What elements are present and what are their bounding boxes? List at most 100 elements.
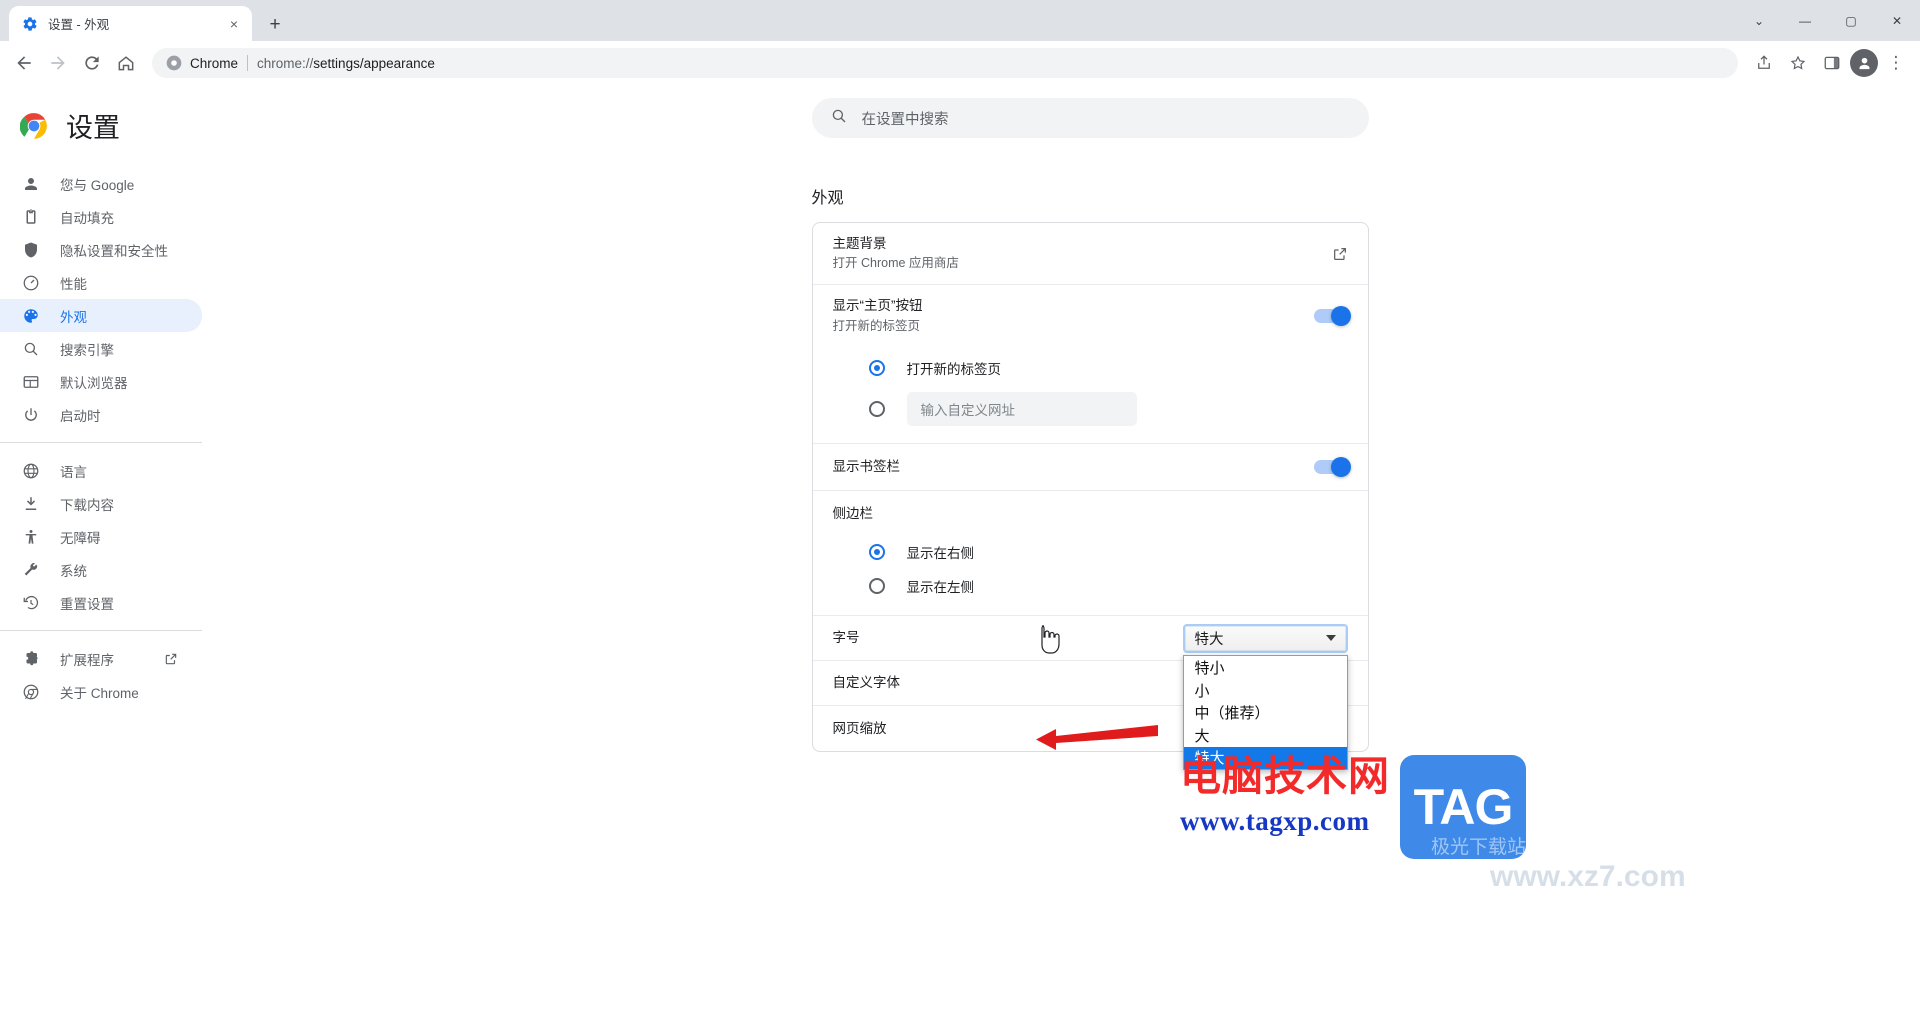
sidebar-item-label: 系统 [60, 563, 87, 579]
sidebar-item-default-browser[interactable]: 默认浏览器 [0, 365, 202, 398]
radio-row-custom-url[interactable]: 输入自定义网址 [813, 385, 1368, 433]
radio-row-show-left[interactable]: 显示在左侧 [813, 569, 1368, 603]
back-icon[interactable] [8, 47, 40, 79]
radio-label: 显示在右侧 [906, 546, 975, 561]
watermark-badge-text: TAG [1413, 779, 1514, 835]
dropdown-option-medium[interactable]: 中（推荐） [1184, 702, 1347, 725]
omnibox-chip-label: Chrome [190, 55, 239, 71]
row-title: 显示书签栏 [832, 459, 901, 475]
reload-icon[interactable] [76, 47, 108, 79]
open-external-icon [164, 652, 178, 666]
sidebar-item-label: 语言 [60, 464, 87, 480]
sidebar-item-downloads[interactable]: 下载内容 [0, 487, 202, 520]
search-icon [830, 107, 848, 130]
custom-url-input[interactable]: 输入自定义网址 [906, 392, 1137, 426]
sidebar-item-reset-settings[interactable]: 重置设置 [0, 586, 202, 619]
side-panel-icon[interactable] [1816, 47, 1848, 79]
settings-sidebar: 设置 您与 Google 自动填充 隐私设置和安全性 性能 外观 搜索引擎 默认… [0, 92, 260, 708]
sidebar-item-performance[interactable]: 性能 [0, 266, 202, 299]
search-placeholder: 在设置中搜索 [861, 111, 949, 128]
radio-button[interactable] [868, 401, 885, 417]
omnibox-url-prefix: chrome:// [257, 55, 314, 71]
address-bar[interactable]: Chrome chrome://settings/appearance [152, 48, 1738, 78]
sidebar-item-label: 下载内容 [60, 497, 114, 513]
search-input[interactable]: 在设置中搜索 [811, 98, 1369, 138]
profile-avatar[interactable] [1850, 49, 1878, 77]
tab-title: 设置 - 外观 [48, 18, 110, 32]
sidebar-item-you-and-google[interactable]: 您与 Google [0, 167, 202, 200]
radio-label: 显示在左侧 [906, 580, 975, 595]
tab-close-icon[interactable]: × [224, 14, 244, 34]
sidebar-item-search-engine[interactable]: 搜索引擎 [0, 332, 202, 365]
radio-button[interactable] [868, 360, 885, 376]
omnibox-url: chrome://settings/appearance [257, 56, 435, 71]
sidebar-item-on-startup[interactable]: 启动时 [0, 398, 202, 431]
settings-title: 设置 [66, 113, 120, 143]
share-icon[interactable] [1748, 47, 1780, 79]
sidebar-item-label: 隐私设置和安全性 [60, 243, 168, 259]
sidebar-item-label: 默认浏览器 [60, 375, 128, 391]
row-title: 字号 [832, 630, 860, 646]
bookmarks-bar-toggle[interactable] [1313, 457, 1351, 477]
radio-button[interactable] [868, 578, 885, 594]
open-external-icon[interactable] [1332, 246, 1348, 262]
watermark: 电脑技术网 www.tagxp.com TAG 极光下载站 [1180, 754, 1526, 859]
row-theme[interactable]: 主题背景 打开 Chrome 应用商店 [812, 223, 1368, 285]
tab-search-chevron-icon[interactable]: ⌄ [1736, 0, 1782, 41]
maximize-button[interactable]: ▢ [1828, 0, 1874, 41]
sidebar-item-appearance[interactable]: 外观 [0, 299, 202, 332]
browser-tab[interactable]: 设置 - 外观 × [9, 6, 252, 41]
clipboard-icon [22, 208, 40, 226]
power-icon [22, 406, 40, 424]
person-icon [22, 175, 40, 193]
omnibox-separator [247, 55, 249, 71]
window-controls: ⌄ — ▢ ✕ [1736, 0, 1920, 41]
radio-button[interactable] [868, 544, 885, 560]
sidebar-item-label: 无障碍 [60, 530, 101, 546]
row-font-size: 字号 特大 特小 小 中（推荐） 大 特大 [812, 616, 1368, 770]
sidebar-item-label: 启动时 [60, 408, 101, 424]
dropdown-option-very-small[interactable]: 特小 [1184, 657, 1347, 680]
star-icon[interactable] [1782, 47, 1814, 79]
chrome-circle-icon [22, 683, 40, 701]
chrome-logo-icon [19, 112, 48, 140]
watermark-url: www.tagxp.com [1180, 806, 1370, 837]
sidebar-item-languages[interactable]: 语言 [0, 454, 202, 487]
sidebar-item-label: 自动填充 [60, 210, 114, 226]
shield-icon [22, 241, 40, 259]
appearance-card: 主题背景 打开 Chrome 应用商店 显示“主页”按钮 打开新的标签页 打开新… [811, 222, 1369, 770]
new-tab-button[interactable]: + [261, 10, 289, 38]
settings-brand: 设置 [0, 92, 260, 157]
forward-icon[interactable] [42, 47, 74, 79]
dropdown-option-large[interactable]: 大 [1184, 724, 1347, 747]
radio-row-show-right[interactable]: 显示在右侧 [813, 535, 1368, 569]
row-title: 主题背景 [832, 235, 887, 251]
sidebar-item-extensions[interactable]: 扩展程序 [0, 642, 202, 675]
minimize-button[interactable]: — [1782, 0, 1828, 41]
window-close-button[interactable]: ✕ [1874, 0, 1920, 41]
watermark-ghost-text: www.xz7.com [1490, 860, 1686, 893]
home-button-toggle[interactable] [1313, 306, 1351, 326]
home-icon[interactable] [110, 47, 142, 79]
sidebar-item-label: 关于 Chrome [60, 685, 139, 701]
font-size-select[interactable]: 特大 [1182, 623, 1348, 653]
sidebar-item-about-chrome[interactable]: 关于 Chrome [0, 675, 202, 708]
watermark-badge: TAG 极光下载站 [1400, 755, 1526, 859]
sidebar-item-autofill[interactable]: 自动填充 [0, 200, 202, 233]
watermark-badge-sub: 极光下载站 [1430, 837, 1526, 858]
side-panel-options: 显示在右侧 显示在左侧 [812, 531, 1368, 616]
settings-search-wrap: 在设置中搜索 [260, 92, 1920, 138]
palette-icon [22, 307, 40, 325]
radio-row-new-tab[interactable]: 打开新的标签页 [813, 351, 1368, 385]
sidebar-item-privacy-security[interactable]: 隐私设置和安全性 [0, 233, 202, 266]
download-icon [22, 495, 40, 513]
dropdown-option-small[interactable]: 小 [1184, 679, 1347, 702]
sidebar-item-accessibility[interactable]: 无障碍 [0, 520, 202, 553]
history-restore-icon [22, 594, 40, 612]
browser-menu-icon[interactable]: ⋮ [1880, 47, 1912, 79]
browser-window-icon [22, 373, 40, 391]
settings-nav: 您与 Google 自动填充 隐私设置和安全性 性能 外观 搜索引擎 默认浏览器… [0, 167, 260, 708]
row-subtitle: 打开新的标签页 [832, 318, 921, 333]
sidebar-item-system[interactable]: 系统 [0, 553, 202, 586]
row-title: 显示“主页”按钮 [832, 298, 923, 314]
